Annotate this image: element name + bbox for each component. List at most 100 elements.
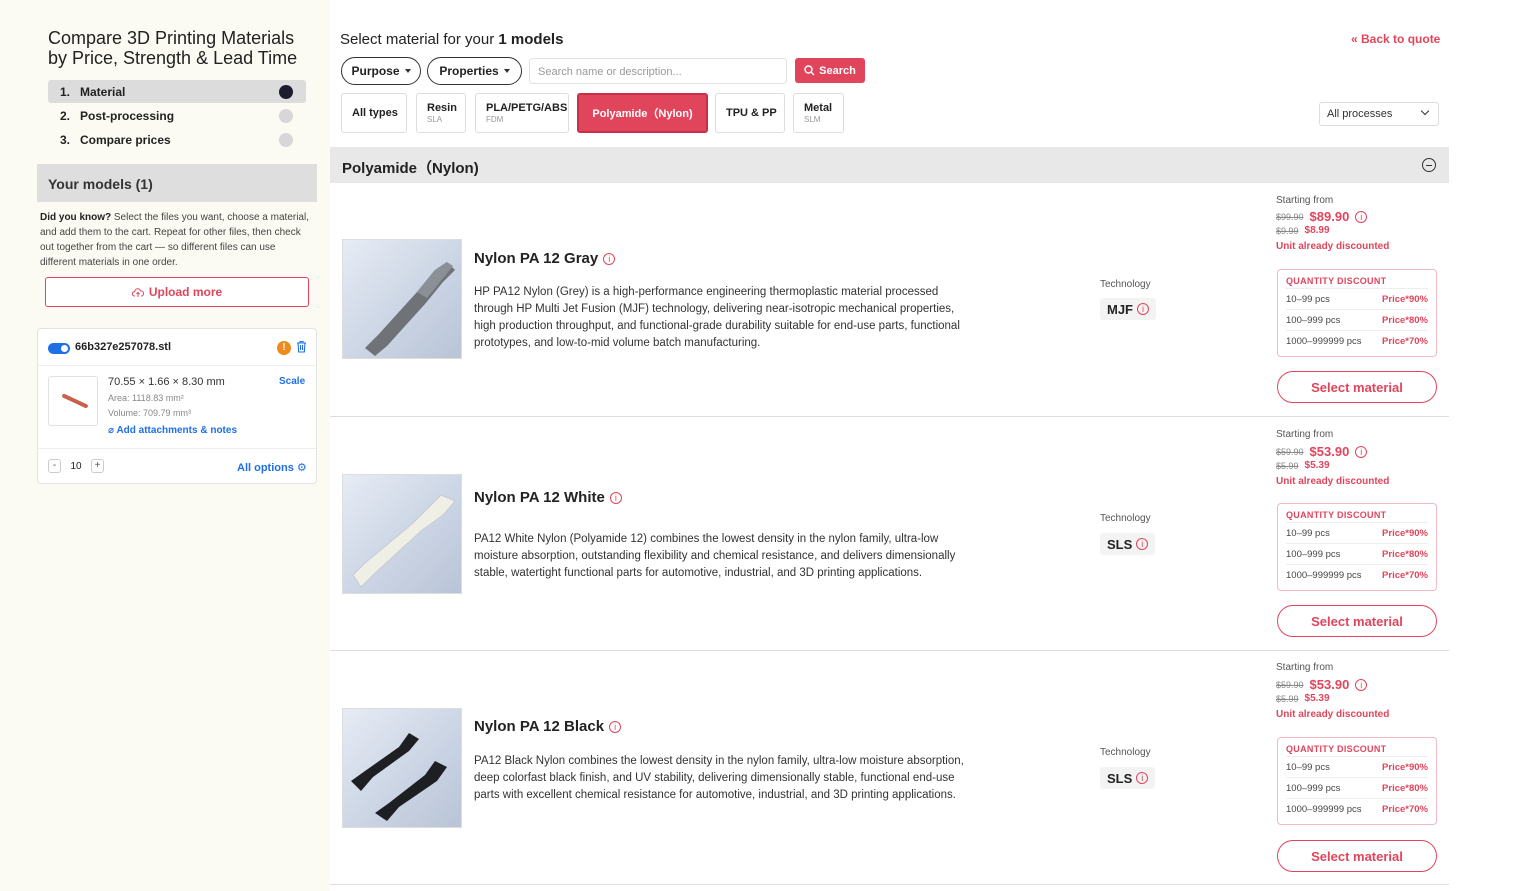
info-icon[interactable]: i — [1137, 303, 1149, 315]
quantity-discount-title: QUANTITY DISCOUNT — [1286, 744, 1387, 754]
search-input[interactable]: Search name or description... — [529, 58, 787, 84]
tab-label: PLA/PETG/ABS — [486, 102, 568, 114]
material-name-text: Nylon PA 12 Gray — [474, 250, 599, 267]
step-compare-prices[interactable]: 3. Compare prices — [48, 128, 306, 151]
info-icon[interactable]: i — [603, 252, 616, 265]
upload-cloud-icon — [131, 287, 144, 297]
your-models-header: Your models (1) — [37, 164, 317, 202]
info-icon[interactable]: i — [609, 491, 622, 504]
technology-badge: MJF i — [1100, 298, 1156, 320]
starting-from-label: Starting from — [1276, 662, 1334, 673]
technology-label: Technology — [1100, 513, 1151, 524]
properties-dropdown[interactable]: Properties — [427, 57, 522, 85]
scale-link[interactable]: Scale — [279, 376, 305, 387]
quantity-stepper: - 10 + — [48, 458, 104, 474]
old-price: $59.90 — [1276, 679, 1304, 690]
discount-note: Unit already discounted — [1276, 709, 1390, 720]
step-number: 2. — [60, 108, 71, 123]
discount-row: 100–999 pcs Price*80% — [1286, 543, 1428, 564]
tab-tpu-pp[interactable]: TPU & PP — [715, 93, 785, 133]
step-number: 3. — [60, 132, 71, 147]
material-description: HP PA12 Nylon (Grey) is a high-performan… — [474, 286, 960, 349]
select-material-button[interactable]: Select material — [1277, 371, 1437, 403]
info-icon[interactable]: i — [1355, 210, 1368, 223]
tab-sub: FDM — [486, 115, 504, 124]
discount-row: 10–99 pcs Price*90% — [1286, 756, 1428, 777]
info-icon[interactable]: i — [1355, 678, 1368, 691]
collapse-icon[interactable] — [1422, 158, 1436, 172]
info-icon[interactable]: i — [1136, 772, 1149, 784]
discount-row: 100–999 pcs Price*80% — [1286, 777, 1428, 798]
model-count: 1 models — [498, 31, 564, 48]
trash-icon[interactable] — [296, 340, 307, 356]
section-header[interactable]: Polyamide（Nylon) — [330, 147, 1449, 183]
material-name-text: Nylon PA 12 Black — [474, 718, 605, 735]
increment-button[interactable]: + — [91, 459, 104, 473]
steps-list: 1. Material 2. Post-processing 3. Compar… — [48, 80, 306, 152]
price-line: $59.90 $53.90 i — [1276, 444, 1368, 459]
discount-rate: Price*70% — [1382, 803, 1428, 815]
discount-range: 10–99 pcs — [1286, 527, 1330, 539]
select-material-title: Select material for your 1 models — [340, 31, 563, 48]
step-dot-icon — [279, 84, 293, 99]
discount-range: 10–99 pcs — [1286, 293, 1330, 305]
divider — [38, 365, 316, 366]
select-material-button[interactable]: Select material — [1277, 605, 1437, 637]
info-icon[interactable]: i — [609, 720, 622, 733]
upload-more-label: Upload more — [148, 285, 223, 299]
discount-row: 1000–999999 pcs Price*70% — [1286, 798, 1428, 819]
select-material-button[interactable]: Select material — [1277, 840, 1437, 872]
all-options-label: All options — [237, 462, 294, 474]
chevron-down-icon — [1420, 106, 1430, 116]
unit-price-line: $5.99 $5.39 — [1276, 693, 1330, 704]
price-line: $99.90 $89.90 i — [1276, 209, 1368, 224]
step-post-processing[interactable]: 2. Post-processing — [48, 104, 306, 127]
discount-row: 10–99 pcs Price*90% — [1286, 522, 1428, 543]
decrement-button[interactable]: - — [48, 459, 61, 473]
model-dimensions: 70.55 × 1.66 × 8.30 mm — [108, 376, 225, 388]
tab-metal[interactable]: Metal SLM — [793, 93, 844, 133]
old-unit-price: $5.99 — [1276, 460, 1299, 471]
search-icon — [804, 65, 815, 76]
old-unit-price: $5.99 — [1276, 693, 1299, 704]
tab-label: Metal — [804, 102, 833, 114]
upload-more-button[interactable]: Upload more — [45, 277, 309, 307]
add-attachments-link[interactable]: ⌀ Add attachments & notes — [108, 425, 237, 436]
technology-badge: SLS i — [1100, 767, 1156, 789]
warning-icon[interactable]: ! — [277, 341, 291, 355]
info-icon[interactable]: i — [1136, 538, 1149, 550]
all-options-link[interactable]: All options ⚙ — [237, 461, 307, 474]
technology-value: MJF — [1107, 301, 1133, 317]
process-select-value: All processes — [1327, 108, 1393, 120]
discount-range: 100–999 pcs — [1286, 782, 1341, 794]
model-card: 66b327e257078.stl ! 70.55 × 1.66 × 8.30 … — [37, 328, 317, 484]
quantity-input[interactable]: 10 — [61, 461, 91, 472]
unit-price-line: $9.99 $8.99 — [1276, 225, 1330, 236]
tab-pla-petg-abs[interactable]: PLA/PETG/ABS FDM — [475, 93, 569, 133]
tab-polyamide[interactable]: Polyamide（Nylon) — [577, 93, 708, 133]
discount-rate: Price*70% — [1382, 335, 1428, 347]
unit-price: $8.99 — [1304, 225, 1330, 236]
technology-label: Technology — [1100, 279, 1151, 290]
back-to-quote-link[interactable]: « Back to quote — [1351, 32, 1440, 46]
discount-row: 1000–999999 pcs Price*70% — [1286, 330, 1428, 351]
gray-part-image — [365, 262, 455, 356]
search-button[interactable]: Search — [795, 58, 865, 83]
material-image — [342, 474, 462, 594]
section-title: Polyamide（Nylon) — [342, 160, 479, 177]
tab-all-types[interactable]: All types — [341, 93, 407, 133]
black-part-image — [351, 733, 447, 821]
model-volume: Volume: 709.79 mm³ — [108, 408, 192, 418]
search-label: Search — [819, 64, 856, 77]
technology-label: Technology — [1100, 747, 1151, 758]
purpose-dropdown[interactable]: Purpose — [341, 57, 421, 85]
tab-resin[interactable]: Resin SLA — [416, 93, 466, 133]
material-image — [342, 708, 462, 828]
process-select[interactable]: All processes — [1319, 102, 1439, 126]
model-toggle[interactable] — [48, 343, 70, 354]
step-material[interactable]: 1. Material — [48, 80, 306, 103]
price: $53.90 — [1309, 444, 1350, 459]
discount-rate: Price*80% — [1382, 314, 1428, 326]
quantity-discount-box: QUANTITY DISCOUNT 10–99 pcs Price*90% 100… — [1277, 737, 1437, 825]
info-icon[interactable]: i — [1355, 445, 1368, 458]
